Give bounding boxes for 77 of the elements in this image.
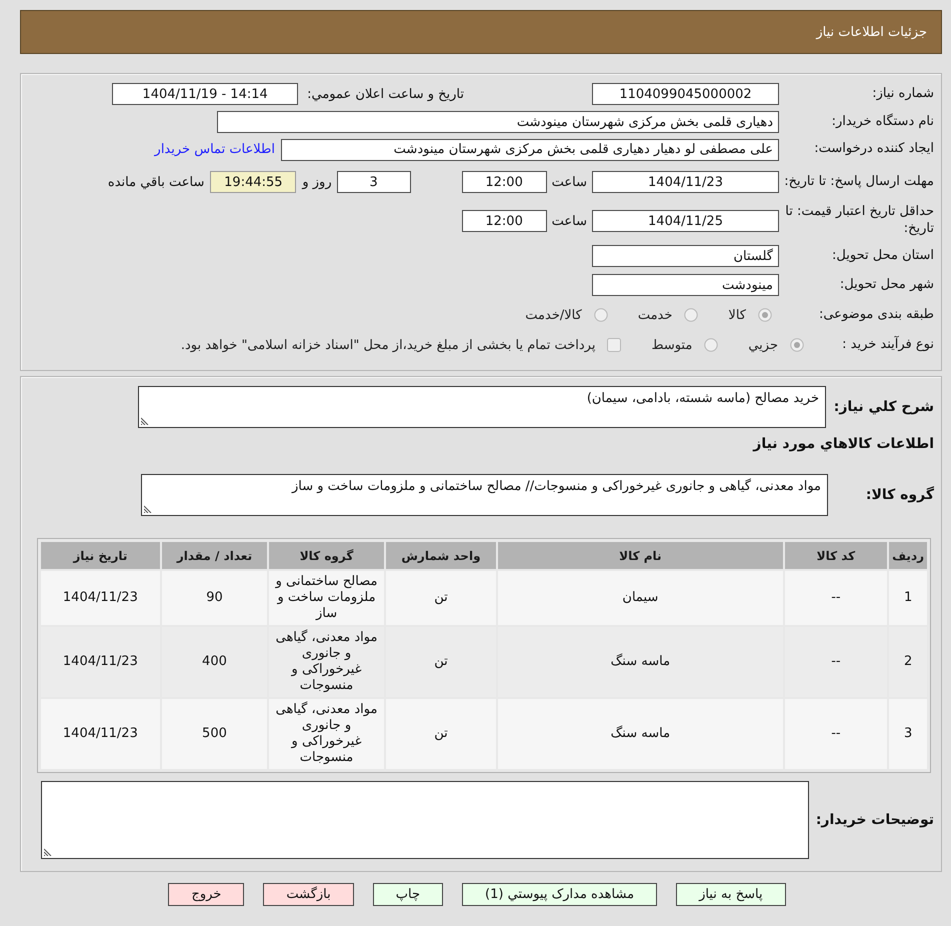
field-label: گروه کالا: — [864, 486, 934, 504]
column-header: ردیف — [889, 542, 927, 569]
table-cell: 500 — [162, 699, 268, 769]
time-field[interactable]: 12:00 — [462, 210, 547, 232]
action-button[interactable]: چاپ — [372, 883, 443, 906]
field-label: استان محل تحویل: — [831, 248, 934, 264]
option-label: کالا/خدمت — [525, 308, 582, 322]
requester-field[interactable]: علی مصطفی لو دهیار دهیاری قلمی بخش مرکزی شهرستان مینودشت — [281, 138, 779, 160]
days-field[interactable]: 3 — [336, 171, 411, 193]
city-field[interactable]: مینودشت — [592, 274, 779, 296]
column-header: تعداد / مقدار — [162, 542, 268, 569]
field-label: تاريخ و ساعت اعلان عمومي: — [307, 86, 464, 102]
resize-grip-icon[interactable] — [141, 417, 149, 425]
buyer-org-field[interactable]: دهیاری قلمی بخش مرکزی شهرستان مینودشت — [217, 111, 779, 133]
announcement-date-field[interactable]: 1404/11/19 - 14:14 — [112, 83, 298, 105]
table-cell: مصالح ساختمانی و ملزومات ساخت و ساز — [269, 571, 384, 625]
option-label: پرداخت تمام یا بخشی از مبلغ خرید،از محل "اسناد خزانه اسلامی" خواهد بود. — [180, 338, 596, 352]
column-header: کد کالا — [784, 542, 888, 569]
table-cell: 2 — [889, 627, 927, 697]
table-cell: 1404/11/23 — [41, 627, 160, 697]
column-header: تاریخ نیاز — [41, 542, 160, 569]
action-button[interactable]: خروج — [168, 883, 244, 906]
province-field[interactable]: گلستان — [592, 245, 779, 267]
table-cell: تن — [386, 699, 496, 769]
table-cell: مواد معدنی، گیاهی و جانوری غیرخوراکی و منسوجات — [269, 627, 384, 697]
table-cell: 3 — [889, 699, 927, 769]
action-button[interactable]: بازگشت — [263, 883, 354, 906]
table-cell: -- — [784, 571, 888, 625]
countdown-timer: 19:44:55 — [210, 171, 296, 193]
table-cell: 400 — [162, 627, 268, 697]
resize-grip-icon[interactable] — [144, 505, 152, 513]
table-cell: تن — [386, 627, 496, 697]
field-label: شماره نیاز: — [871, 86, 934, 102]
option-label: جزيي — [748, 338, 778, 352]
field-label: مهلت ارسال پاسخ: تا تاریخ: — [783, 174, 934, 190]
goods-group-field[interactable]: مواد معدنی، گیاهی و جانوری غیرخوراکی و منسوجات// مصالح ساختمانی و ملزومات ساخت و ساز — [141, 474, 828, 516]
column-header: نام کالا — [498, 542, 783, 569]
table-cell: 1404/11/23 — [41, 571, 160, 625]
table-cell: ماسه سنگ — [498, 699, 783, 769]
option-label: کالا — [728, 308, 746, 322]
summary-field[interactable]: خرید مصالح (ماسه شسته، بادامی، سیمان) — [138, 386, 826, 428]
need-number-field[interactable]: 1104099045000002 — [592, 83, 779, 105]
resize-grip-icon[interactable] — [44, 848, 52, 856]
field-label: توضیحات خریدار: — [814, 810, 934, 830]
table-cell: 90 — [162, 571, 268, 625]
field-label: نوع فرآیند خرید : — [841, 336, 934, 354]
field-label: شهر محل تحویل: — [838, 276, 934, 294]
page-title: جزئیات اطلاعات نیاز — [816, 24, 927, 40]
date-field[interactable]: 1404/11/23 — [592, 171, 779, 193]
time-label: ساعت — [552, 214, 587, 228]
field-label: نام دستگاه خریدار: — [830, 114, 934, 130]
contact-link[interactable]: اطلاعات تماس خریدار — [154, 142, 275, 157]
table-cell: مواد معدنی، گیاهی و جانوری غیرخوراکی و منسوجات — [269, 699, 384, 769]
field-label: حداقل تاریخ اعتبار قیمت: تا تاریخ: — [784, 204, 934, 238]
option-label: خدمت — [638, 308, 672, 322]
action-button[interactable]: مشاهده مدارک پیوستي (1) — [462, 883, 658, 906]
action-button[interactable]: پاسخ به نیاز — [676, 883, 786, 906]
column-header: گروه کالا — [269, 542, 384, 569]
days-label: روز و — [302, 174, 332, 190]
option-label: متوسط — [651, 338, 692, 352]
buyer-notes-field[interactable] — [41, 781, 809, 859]
field-label: طبقه بندی موضوعی: — [818, 306, 934, 324]
remaining-label: ساعت باقي مانده — [108, 174, 204, 190]
field-label: شرح كلي نياز: — [832, 398, 934, 416]
date-field[interactable]: 1404/11/25 — [592, 210, 779, 232]
table-cell: -- — [784, 699, 888, 769]
table-cell: سیمان — [498, 571, 783, 625]
table-cell: -- — [784, 627, 888, 697]
section-title: اطلاعات كالاهاي مورد نياز — [752, 435, 934, 454]
field-label: ایجاد کننده درخواست: — [813, 141, 934, 158]
table-cell: 1404/11/23 — [41, 699, 160, 769]
table-cell: ماسه سنگ — [498, 627, 783, 697]
time-label: ساعت — [552, 174, 587, 190]
table-cell: 1 — [889, 571, 927, 625]
column-header: واحد شمارش — [386, 542, 496, 569]
table-cell: تن — [386, 571, 496, 625]
time-field[interactable]: 12:00 — [462, 171, 547, 193]
